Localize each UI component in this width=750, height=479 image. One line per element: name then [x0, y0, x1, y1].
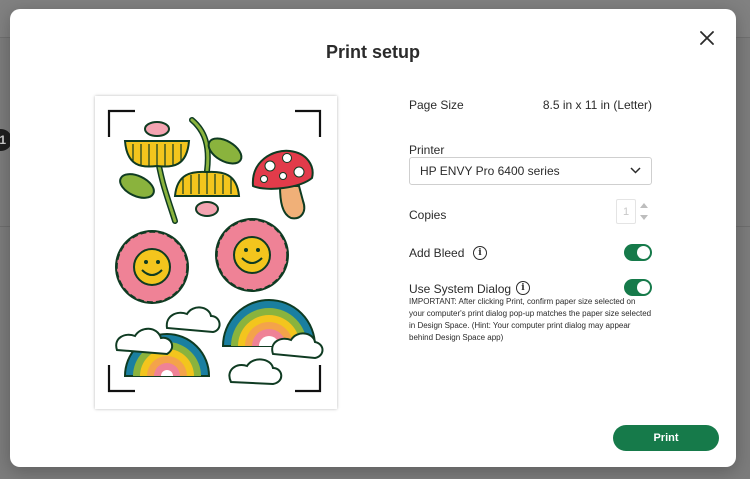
add-bleed-label: Add Bleed: [409, 246, 465, 260]
system-dialog-note: IMPORTANT: After clicking Print, confirm…: [409, 297, 652, 342]
toggle-knob: [637, 281, 650, 294]
toggle-knob: [637, 246, 650, 259]
page-size-value: 8.5 in x 11 in (Letter): [542, 98, 652, 112]
add-bleed-toggle[interactable]: [624, 244, 652, 261]
copies-stepper[interactable]: 1: [612, 199, 652, 224]
rainbow-left-sticker: [115, 306, 221, 377]
print-setup-dialog: Print setup Page Size 8.5 in x 11 in (Le…: [10, 9, 736, 467]
copies-input[interactable]: 1: [616, 199, 636, 224]
flower-stems-sticker: [119, 117, 243, 224]
smiley-flower-right-sticker: [215, 218, 289, 292]
printer-select-value: HP ENVY Pro 6400 series: [420, 164, 560, 178]
decrement-arrow-icon[interactable]: [640, 213, 648, 221]
close-button[interactable]: [698, 29, 716, 47]
print-button[interactable]: Print: [613, 425, 719, 451]
background-step-badge-text: 1: [0, 133, 6, 147]
smiley-flower-left-sticker: [115, 230, 189, 304]
copies-label: Copies: [409, 208, 447, 222]
info-icon[interactable]: i: [473, 246, 487, 260]
increment-arrow-icon[interactable]: [640, 202, 648, 210]
sticker-sheet-artwork: [107, 109, 324, 393]
system-dialog-toggle[interactable]: [624, 279, 652, 296]
printer-label: Printer: [409, 143, 445, 157]
system-dialog-label: Use System Dialog: [409, 282, 512, 296]
print-settings-panel: Page Size 8.5 in x 11 in (Letter) Printe…: [409, 9, 652, 467]
page-size-label: Page Size: [409, 98, 464, 112]
rainbow-right-sticker: [221, 299, 324, 386]
info-icon[interactable]: i: [516, 281, 530, 295]
mushroom-sticker: [251, 149, 314, 220]
chevron-down-icon: [630, 167, 641, 174]
printer-select[interactable]: HP ENVY Pro 6400 series: [409, 157, 652, 185]
close-icon: [700, 31, 714, 45]
print-preview: [95, 96, 337, 409]
